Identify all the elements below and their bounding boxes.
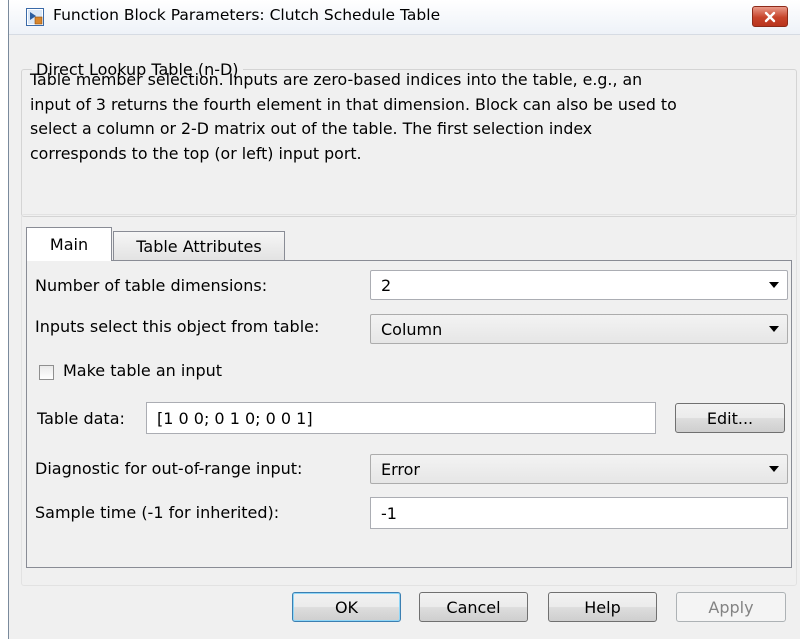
tab-table-attributes[interactable]: Table Attributes xyxy=(113,231,285,261)
description-line: input of 3 returns the fourth element in… xyxy=(30,94,677,114)
inputs-select-value: Column xyxy=(381,319,443,339)
diagnostic-value: Error xyxy=(381,459,420,479)
help-button[interactable]: Help xyxy=(548,592,657,622)
cancel-button[interactable]: Cancel xyxy=(419,592,528,622)
chevron-down-icon xyxy=(769,466,779,472)
diagnostic-dropdown[interactable]: Error xyxy=(370,454,788,484)
tab-main[interactable]: Main xyxy=(26,227,112,261)
window-title: Function Block Parameters: Clutch Schedu… xyxy=(53,6,441,24)
description-line: Table member selection. Inputs are zero-… xyxy=(30,70,643,89)
ok-button[interactable]: OK xyxy=(292,592,401,622)
help-button-label: Help xyxy=(584,597,621,617)
apply-button[interactable]: Apply xyxy=(676,592,786,622)
tab-main-label: Main xyxy=(49,235,89,254)
block-description: Table member selection. Inputs are zero-… xyxy=(30,68,800,166)
table-data-value: [1 0 0; 0 1 0; 0 0 1] xyxy=(157,408,313,428)
num-dims-value: 2 xyxy=(381,275,392,295)
chevron-down-icon xyxy=(769,282,779,288)
ok-button-label: OK xyxy=(334,597,359,617)
inputs-select-label: Inputs select this object from table: xyxy=(35,317,320,336)
sample-time-value: -1 xyxy=(381,503,397,523)
cancel-button-label: Cancel xyxy=(446,597,501,617)
sample-time-label: Sample time (-1 for inherited): xyxy=(35,503,280,522)
apply-button-label: Apply xyxy=(708,597,754,617)
simulink-block-icon xyxy=(26,8,44,26)
title-bar[interactable]: Function Block Parameters: Clutch Schedu… xyxy=(9,0,800,35)
table-data-label: Table data: xyxy=(37,409,125,428)
edit-button[interactable]: Edit... xyxy=(675,403,785,433)
tab-panel-main: Number of table dimensions: 2 Inputs sel… xyxy=(26,260,792,568)
table-data-input[interactable]: [1 0 0; 0 1 0; 0 0 1] xyxy=(146,402,656,434)
edit-button-label: Edit... xyxy=(706,408,754,428)
make-table-input-label: Make table an input xyxy=(63,361,223,380)
description-line: select a column or 2-D matrix out of the… xyxy=(30,119,593,138)
diagnostic-label: Diagnostic for out-of-range input: xyxy=(35,459,303,478)
inputs-select-dropdown[interactable]: Column xyxy=(370,314,788,344)
tab-table-attributes-label: Table Attributes xyxy=(136,237,262,256)
chevron-down-icon xyxy=(769,326,779,332)
description-line: corresponds to the top (or left) input p… xyxy=(30,143,362,163)
close-icon xyxy=(764,11,776,22)
num-dims-dropdown[interactable]: 2 xyxy=(370,270,788,300)
num-dims-label: Number of table dimensions: xyxy=(35,276,268,295)
dialog-window: Function Block Parameters: Clutch Schedu… xyxy=(8,0,800,639)
sample-time-input[interactable]: -1 xyxy=(370,497,788,529)
make-table-input-checkbox[interactable] xyxy=(39,365,54,380)
close-button[interactable] xyxy=(752,6,788,27)
